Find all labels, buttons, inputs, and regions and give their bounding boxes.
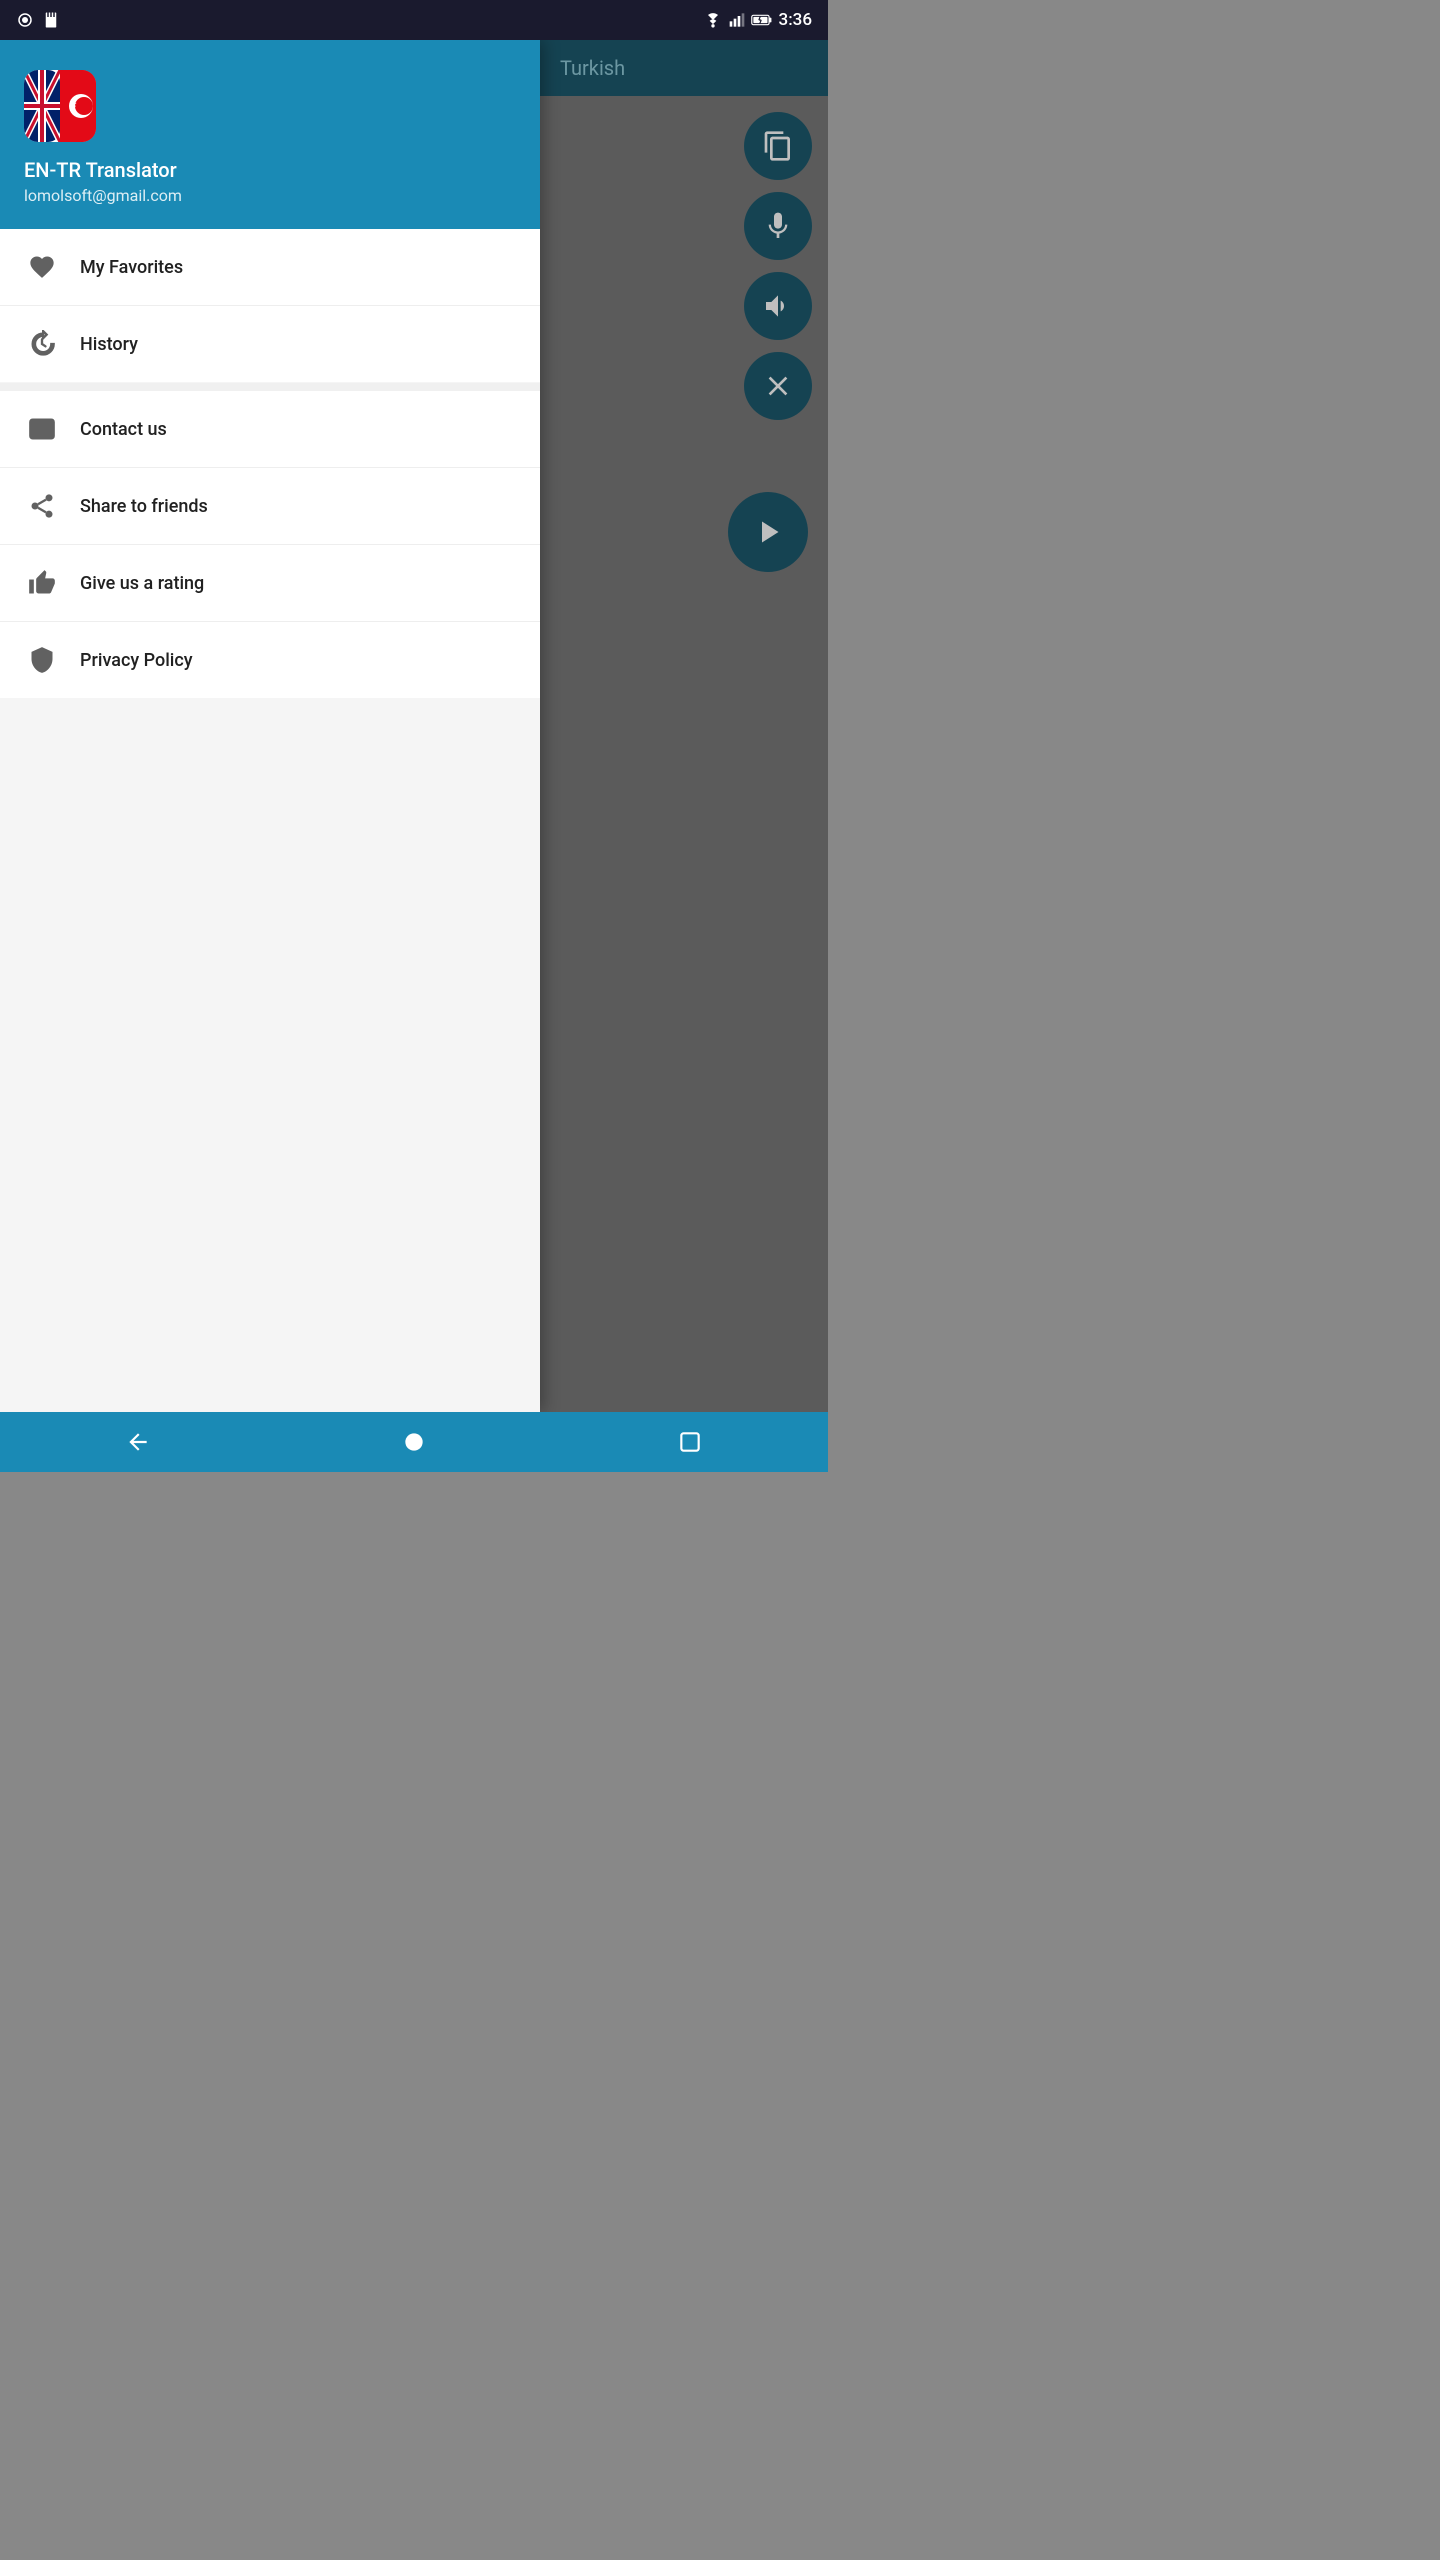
status-time: 3:36 [779, 10, 812, 30]
app-icon-flags [24, 70, 96, 142]
menu-section-1: My Favorites History [0, 229, 540, 382]
bottom-navigation [0, 1412, 828, 1472]
heart-icon [24, 249, 60, 285]
wifi-icon [703, 12, 723, 28]
app-name: EN-TR Translator [24, 158, 516, 182]
app-email: lomolsoft@gmail.com [24, 186, 516, 205]
right-panel: Turkish [540, 40, 828, 1412]
favorites-label: My Favorites [80, 257, 183, 278]
shield-icon [24, 642, 60, 678]
drawer-menu: My Favorites History [0, 229, 540, 1412]
home-button[interactable] [401, 1429, 427, 1455]
privacy-label: Privacy Policy [80, 650, 193, 671]
battery-icon [751, 12, 773, 28]
menu-divider [0, 383, 540, 391]
envelope-icon [24, 411, 60, 447]
app-icon [24, 70, 96, 142]
thumbsup-icon [24, 565, 60, 601]
back-button[interactable] [125, 1429, 151, 1455]
status-bar: 3:36 [0, 0, 828, 40]
clock-icon [24, 326, 60, 362]
menu-item-share[interactable]: Share to friends [0, 468, 540, 545]
rating-label: Give us a rating [80, 573, 204, 594]
share-label: Share to friends [80, 496, 208, 517]
share-icon [24, 488, 60, 524]
menu-item-favorites[interactable]: My Favorites [0, 229, 540, 306]
recent-apps-button[interactable] [677, 1429, 703, 1455]
status-right-icons: 3:36 [703, 10, 812, 30]
status-left-icons [16, 11, 60, 29]
navigation-drawer: EN-TR Translator lomolsoft@gmail.com My … [0, 40, 540, 1412]
record-icon [16, 11, 34, 29]
signal-icon [729, 12, 745, 28]
menu-section-2: Contact us Share to friends [0, 391, 540, 698]
history-label: History [80, 334, 138, 355]
menu-item-history[interactable]: History [0, 306, 540, 382]
main-layout: EN-TR Translator lomolsoft@gmail.com My … [0, 40, 828, 1412]
overlay [540, 40, 828, 1412]
drawer-header: EN-TR Translator lomolsoft@gmail.com [0, 40, 540, 229]
menu-item-rating[interactable]: Give us a rating [0, 545, 540, 622]
sd-card-icon [42, 11, 60, 29]
contact-label: Contact us [80, 419, 167, 440]
menu-item-privacy[interactable]: Privacy Policy [0, 622, 540, 698]
menu-item-contact[interactable]: Contact us [0, 391, 540, 468]
